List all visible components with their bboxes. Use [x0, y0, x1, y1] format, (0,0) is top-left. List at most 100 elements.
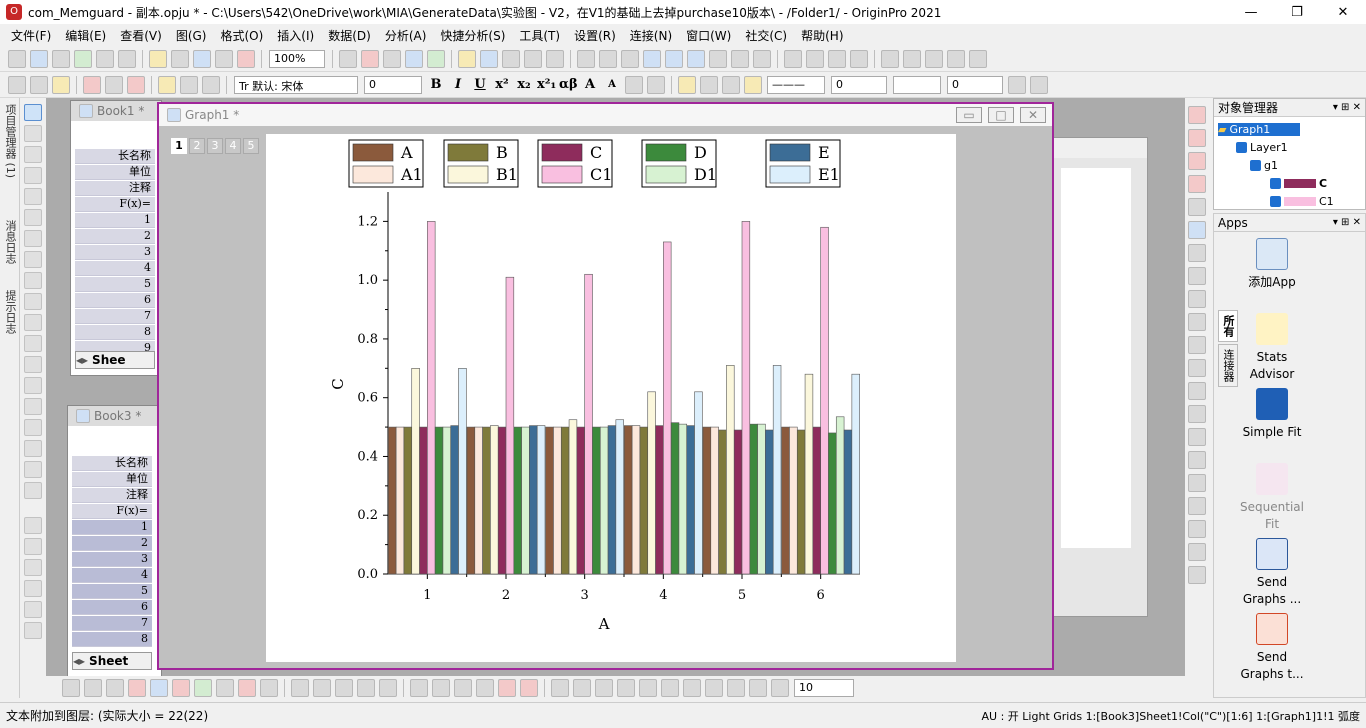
- duplicate-icon[interactable]: [405, 49, 423, 68]
- polar-plot-icon[interactable]: [216, 679, 234, 697]
- hand-tool-icon[interactable]: [24, 398, 42, 415]
- distribute-h-icon[interactable]: [639, 679, 657, 697]
- expand-icon[interactable]: [476, 679, 494, 697]
- command-window-icon[interactable]: [480, 49, 498, 68]
- row-header[interactable]: 长名称: [75, 149, 155, 164]
- refresh-icon[interactable]: [383, 49, 401, 68]
- copy-icon[interactable]: [30, 75, 48, 94]
- layer-button-3[interactable]: 3: [207, 138, 223, 154]
- arrow-tool-icon[interactable]: [24, 335, 42, 352]
- superscript-button[interactable]: x²: [493, 76, 511, 94]
- menu-help[interactable]: 帮助(H): [794, 27, 850, 44]
- rectangle-tool-icon[interactable]: [24, 377, 42, 394]
- sort-icon[interactable]: [599, 49, 617, 68]
- restore-button[interactable]: ❐: [1274, 0, 1320, 24]
- scatter-tool-icon[interactable]: [24, 272, 42, 289]
- tree-item-g1[interactable]: g1: [1250, 159, 1278, 172]
- menu-graph[interactable]: 图(G): [169, 27, 214, 44]
- tab-all-apps[interactable]: 所有: [1218, 310, 1238, 342]
- book3-window[interactable]: Book3 * 长名称 单位 注释 F(x)= 1 2 3 4 5 6 7 8 ◂▸ Sheet: [67, 405, 162, 677]
- row-header[interactable]: 注释: [75, 181, 155, 196]
- zoom-combo[interactable]: 100%: [269, 49, 325, 68]
- merge-icon[interactable]: [105, 75, 123, 94]
- menu-quick-analysis[interactable]: 快捷分析(S): [433, 27, 512, 44]
- group-icon[interactable]: [158, 75, 176, 94]
- row-header[interactable]: 8: [75, 325, 155, 340]
- book3-sheet-tab[interactable]: ◂▸ Sheet: [72, 652, 152, 670]
- next-icon[interactable]: [925, 49, 943, 68]
- color-scale-icon[interactable]: [24, 517, 42, 534]
- heatmap-icon[interactable]: [357, 679, 375, 697]
- app-send-graphs-word[interactable]: Send Graphs ...: [1240, 538, 1304, 608]
- area-plot-icon[interactable]: [194, 679, 212, 697]
- text-tool-icon[interactable]: [24, 293, 42, 310]
- pane-controls-icon[interactable]: ▾ ⊞ ✕: [1333, 217, 1365, 228]
- cross-icon[interactable]: [24, 167, 42, 184]
- layout-1-icon[interactable]: [1188, 244, 1206, 262]
- app-simple-fit[interactable]: Simple Fit: [1240, 388, 1304, 441]
- row-header[interactable]: 4: [72, 568, 152, 583]
- font-color-icon[interactable]: [647, 75, 665, 94]
- set-y-icon[interactable]: [806, 49, 824, 68]
- tree-item-c1[interactable]: C1: [1270, 195, 1334, 208]
- filter-icon[interactable]: [709, 49, 727, 68]
- line-style-combo[interactable]: ———: [767, 75, 825, 94]
- book1-sheet-tab[interactable]: ◂▸ Shee: [75, 351, 155, 369]
- align-bottom-icon[interactable]: [617, 679, 635, 697]
- draw-data-icon[interactable]: [24, 230, 42, 247]
- new-workbook-icon[interactable]: [30, 49, 48, 68]
- tab-reminder-log[interactable]: 提示日志: [0, 284, 20, 340]
- menu-insert[interactable]: 插入(I): [270, 27, 321, 44]
- layout-6-icon[interactable]: [1188, 359, 1206, 377]
- row-header[interactable]: 单位: [72, 472, 152, 487]
- fill-color-icon[interactable]: [678, 75, 696, 94]
- menu-window[interactable]: 窗口(W): [679, 27, 738, 44]
- fill-pattern-icon[interactable]: [1008, 75, 1026, 94]
- new-project-icon[interactable]: [8, 49, 26, 68]
- italic-button[interactable]: I: [449, 76, 467, 94]
- scatter-plot-icon[interactable]: [84, 679, 102, 697]
- line-pattern-combo[interactable]: [893, 75, 941, 94]
- layout-4-icon[interactable]: [1188, 313, 1206, 331]
- wireframe-icon[interactable]: [313, 679, 331, 697]
- set-z-icon[interactable]: [828, 49, 846, 68]
- stats-icon[interactable]: [687, 49, 705, 68]
- align-icon[interactable]: [625, 75, 643, 94]
- layout-9-icon[interactable]: [1188, 428, 1206, 446]
- same-width-icon[interactable]: [683, 679, 701, 697]
- reminder-icon[interactable]: [546, 49, 564, 68]
- align-left-icon[interactable]: [551, 679, 569, 697]
- mask-plot-icon[interactable]: [410, 679, 428, 697]
- row-header[interactable]: 1: [75, 213, 155, 228]
- graph1-window[interactable]: Graph1 * ▭ □ ✕ 12345 0.0 0.2 0.4 0.6 0.8 1.0 1…: [157, 102, 1054, 670]
- bold-button[interactable]: B: [427, 76, 445, 94]
- set-none-icon[interactable]: [850, 49, 868, 68]
- first-icon[interactable]: [881, 49, 899, 68]
- greek-button[interactable]: αβ: [559, 76, 578, 94]
- rotate-icon[interactable]: [1188, 198, 1206, 216]
- layer-button-1[interactable]: 1: [171, 138, 187, 154]
- menu-social[interactable]: 社交(C): [738, 27, 794, 44]
- box-plot-icon[interactable]: [172, 679, 190, 697]
- menu-view[interactable]: 查看(V): [113, 27, 169, 44]
- set-x-icon[interactable]: [784, 49, 802, 68]
- surface-icon[interactable]: [291, 679, 309, 697]
- save-icon[interactable]: [193, 49, 211, 68]
- fit-icon[interactable]: [24, 622, 42, 639]
- add-table-icon[interactable]: [24, 314, 42, 331]
- tab-connectors[interactable]: 连接器: [1218, 344, 1238, 387]
- layer-button-4[interactable]: 4: [225, 138, 241, 154]
- row-header[interactable]: F(x)=: [75, 197, 155, 212]
- same-height-icon[interactable]: [705, 679, 723, 697]
- row-header[interactable]: 2: [72, 536, 152, 551]
- messages-icon[interactable]: [524, 49, 542, 68]
- pattern-icon[interactable]: [700, 75, 718, 94]
- import-icon[interactable]: [237, 49, 255, 68]
- graph-maximize-button[interactable]: □: [988, 107, 1014, 123]
- supsub-button[interactable]: x²₁: [537, 76, 556, 94]
- brightness-icon[interactable]: [744, 75, 762, 94]
- book1-window[interactable]: Book1 * 长名称 单位 注释 F(x)= 1 2 3 4 5 6 7 8 9 ◂▸ Shee: [70, 100, 162, 376]
- layout-14-icon[interactable]: [1188, 543, 1206, 561]
- line-symbol-icon[interactable]: [106, 679, 124, 697]
- clear-filter-icon[interactable]: [731, 49, 749, 68]
